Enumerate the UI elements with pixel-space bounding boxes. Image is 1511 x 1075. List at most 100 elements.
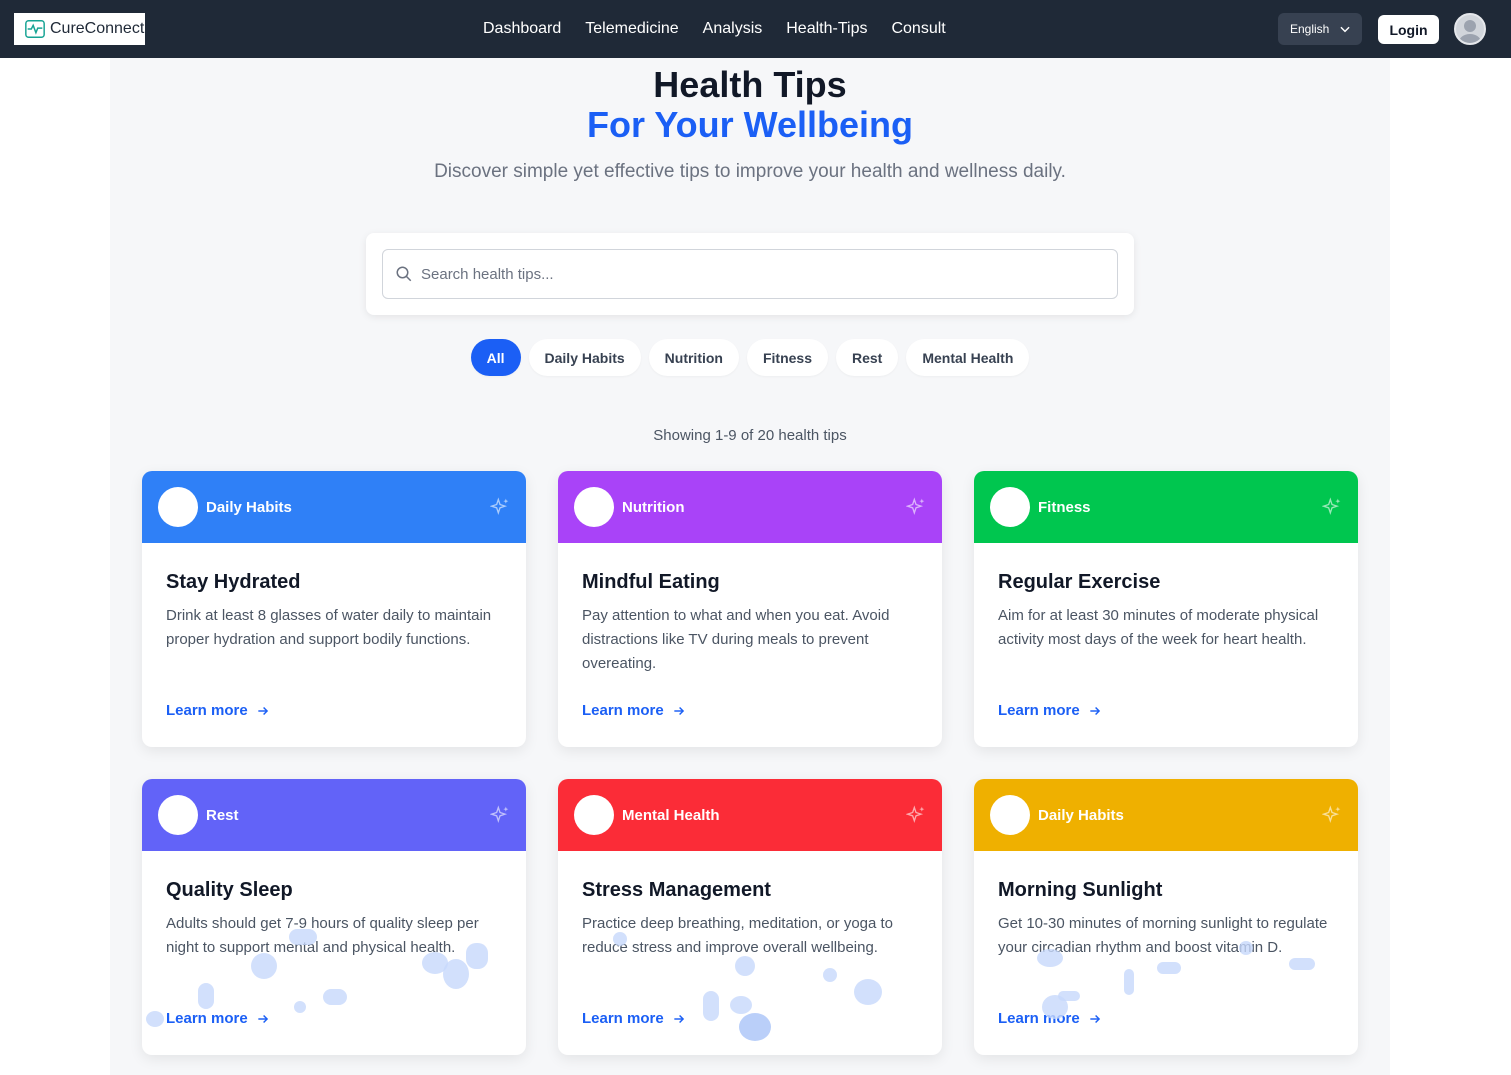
chevron-down-icon <box>1340 26 1350 33</box>
arrow-right-icon <box>674 706 684 715</box>
bubble <box>854 979 882 1005</box>
page-subtitle: Discover simple yet effective tips to im… <box>434 161 1066 182</box>
category-icon-circle <box>990 487 1030 527</box>
filter-mental-health[interactable]: Mental Health <box>906 339 1030 376</box>
card-description: Adults should get 7-9 hours of quality s… <box>166 915 479 956</box>
category-icon-circle <box>574 795 614 835</box>
card-category: Nutrition <box>622 498 685 516</box>
bubble <box>703 991 719 1021</box>
bubble <box>613 932 627 946</box>
learn-more-label: Learn more <box>582 1010 664 1027</box>
bubble <box>823 968 837 982</box>
learn-more-link[interactable]: Learn more <box>582 1010 686 1027</box>
filter-fitness[interactable]: Fitness <box>746 339 828 376</box>
page-title-accent: For Your Wellbeing <box>586 104 914 145</box>
avatar[interactable] <box>1454 13 1486 45</box>
bubble <box>1037 949 1063 967</box>
card-title: Mindful Eating <box>582 571 720 593</box>
top-navbar: CureConnect Dashboard Telemedicine Analy… <box>0 0 1511 58</box>
card-header: Mental Health <box>558 779 942 851</box>
sparkle-icon <box>906 497 925 515</box>
nav-consult[interactable]: Consult <box>891 20 945 38</box>
bubble <box>146 1011 164 1027</box>
arrow-right-icon <box>258 706 268 715</box>
filter-all[interactable]: All <box>470 339 521 376</box>
learn-more-label: Learn more <box>582 702 664 719</box>
bubble <box>1058 991 1080 1001</box>
card-title: Morning Sunlight <box>998 879 1163 901</box>
heart-monitor-icon <box>25 20 45 38</box>
search-icon <box>396 266 412 282</box>
tip-card[interactable]: Rest Quality Sleep Adults should get 7-9… <box>142 779 526 1055</box>
card-title: Stay Hydrated <box>166 571 301 593</box>
card-category: Daily Habits <box>1038 806 1124 824</box>
card-header: Daily Habits <box>142 471 526 543</box>
bubble <box>1289 958 1315 970</box>
arrow-right-icon <box>258 1014 268 1023</box>
category-icon-circle <box>990 795 1030 835</box>
bubble <box>1239 941 1253 955</box>
bubble <box>739 1013 771 1041</box>
nav-dashboard[interactable]: Dashboard <box>483 20 561 38</box>
arrow-right-icon <box>674 1014 684 1023</box>
bubble <box>323 989 347 1005</box>
learn-more-label: Learn more <box>998 1010 1080 1027</box>
main-content: Health Tips For Your Wellbeing Discover … <box>110 58 1390 1075</box>
card-description: Aim for at least 30 minutes of moderate … <box>998 607 1319 648</box>
card-category: Rest <box>206 806 239 824</box>
brand-name: CureConnect <box>50 20 145 37</box>
card-header: Fitness <box>974 471 1358 543</box>
tip-card[interactable]: Daily Habits Stay Hydrated Drink at leas… <box>142 471 526 747</box>
card-category: Fitness <box>1038 498 1091 516</box>
filter-rest[interactable]: Rest <box>836 339 899 376</box>
filter-daily-habits[interactable]: Daily Habits <box>528 339 641 376</box>
tip-card[interactable]: Daily Habits Morning Sunlight Get 10-30 … <box>974 779 1358 1055</box>
learn-more-link[interactable]: Learn more <box>582 702 686 719</box>
card-title: Quality Sleep <box>166 879 293 901</box>
bubble <box>289 929 317 945</box>
bubble <box>198 983 214 1009</box>
category-icon-circle <box>158 795 198 835</box>
filter-nutrition[interactable]: Nutrition <box>648 339 739 376</box>
learn-more-link[interactable]: Learn more <box>166 702 270 719</box>
card-description: Pay attention to what and when you eat. … <box>582 607 890 672</box>
sparkle-icon <box>1322 805 1341 823</box>
bubble <box>730 996 752 1014</box>
card-header: Nutrition <box>558 471 942 543</box>
main-nav: Dashboard Telemedicine Analysis Health-T… <box>483 0 946 58</box>
learn-more-link[interactable]: Learn more <box>998 702 1102 719</box>
bubble <box>294 1001 306 1013</box>
page-title: Health Tips <box>653 64 847 105</box>
nav-telemedicine[interactable]: Telemedicine <box>585 20 678 38</box>
search-input[interactable] <box>421 265 1021 283</box>
sparkle-icon <box>490 497 509 515</box>
language-value: English <box>1290 22 1330 36</box>
language-select[interactable]: English <box>1278 13 1362 45</box>
learn-more-label: Learn more <box>998 702 1080 719</box>
learn-more-label: Learn more <box>166 1010 248 1027</box>
bubble <box>251 953 277 979</box>
arrow-right-icon <box>1090 706 1100 715</box>
search-box[interactable] <box>382 249 1118 299</box>
bubble <box>1157 962 1181 974</box>
bubble <box>1124 969 1134 995</box>
search-panel <box>366 233 1134 315</box>
card-description: Practice deep breathing, meditation, or … <box>582 915 894 956</box>
sparkle-icon <box>1322 497 1341 515</box>
nav-analysis[interactable]: Analysis <box>703 20 763 38</box>
card-category: Daily Habits <box>206 498 292 516</box>
card-title: Regular Exercise <box>998 571 1161 593</box>
sparkle-icon <box>906 805 925 823</box>
category-icon-circle <box>158 487 198 527</box>
tip-card[interactable]: Nutrition Mindful Eating Pay attention t… <box>558 471 942 747</box>
nav-health-tips[interactable]: Health-Tips <box>786 20 867 38</box>
card-description: Drink at least 8 glasses of water daily … <box>166 607 492 648</box>
bubble <box>735 956 755 976</box>
learn-more-link[interactable]: Learn more <box>166 1010 270 1027</box>
login-button[interactable]: Login <box>1378 15 1439 44</box>
learn-more-label: Learn more <box>166 702 248 719</box>
tip-card[interactable]: Fitness Regular Exercise Aim for at leas… <box>974 471 1358 747</box>
brand-logo[interactable]: CureConnect <box>14 13 145 45</box>
card-category: Mental Health <box>622 806 720 824</box>
card-header: Rest <box>142 779 526 851</box>
